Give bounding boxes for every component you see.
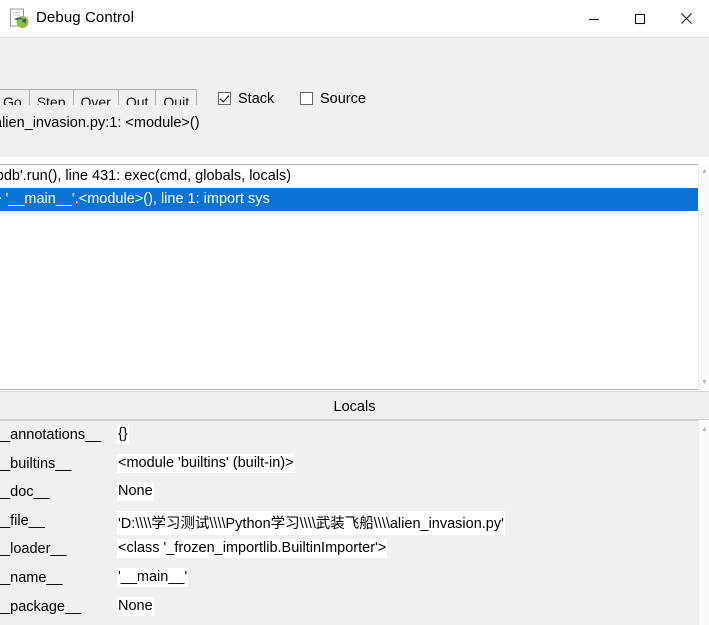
scroll-down-icon[interactable]: ▼ bbox=[701, 379, 708, 386]
local-variable-value: <class '_frozen_importlib.BuiltinImporte… bbox=[117, 539, 388, 559]
stack-item-text: > '__main__'.<module>(), line 1: import … bbox=[0, 191, 270, 207]
scroll-up-icon[interactable]: ▲ bbox=[701, 426, 708, 433]
close-icon bbox=[680, 13, 692, 24]
local-variable-value: None bbox=[117, 482, 154, 502]
debug-toolbar: Go Step Over Out Quit Stack Source L bbox=[0, 37, 709, 140]
locals-vertical-scrollbar[interactable]: ▲ bbox=[698, 420, 709, 625]
current-source-location: alien_invasion.py:1: <module>() bbox=[0, 105, 709, 157]
table-row[interactable]: __package__ None bbox=[0, 593, 698, 622]
locals-header: Locals bbox=[0, 396, 709, 420]
debug-control-window: Debug Control Go Step Over Out Quit Stac… bbox=[0, 0, 709, 625]
local-variable-name: __doc__ bbox=[0, 484, 50, 501]
maximize-button[interactable] bbox=[617, 0, 663, 37]
stack-checkbox-box[interactable] bbox=[218, 92, 231, 105]
title-bar: Debug Control bbox=[0, 0, 709, 37]
minimize-button[interactable] bbox=[571, 0, 617, 37]
local-variable-name: __loader__ bbox=[0, 541, 67, 558]
local-variable-value: '__main__' bbox=[117, 567, 189, 587]
minimize-icon bbox=[589, 18, 599, 20]
table-row[interactable]: __builtins__ <module 'builtins' (built-i… bbox=[0, 450, 698, 479]
maximize-icon bbox=[634, 13, 646, 24]
table-row[interactable]: __loader__ <class '_frozen_importlib.Bui… bbox=[0, 535, 698, 564]
local-variable-name: __builtins__ bbox=[0, 455, 72, 472]
source-location-text: alien_invasion.py:1: <module>() bbox=[0, 115, 200, 131]
local-variable-name: __annotations__ bbox=[0, 427, 102, 443]
python-idle-icon bbox=[9, 8, 30, 29]
stack-item-text: 'bdb'.run(), line 431: exec(cmd, globals… bbox=[0, 168, 292, 184]
local-variable-value: 'D:\\\\学习测试\\\\Python学习\\\\武装飞船\\\\alien… bbox=[117, 510, 505, 535]
locals-table[interactable]: __annotations__ {} __builtins__ <module … bbox=[0, 420, 699, 625]
stack-list[interactable]: 'bdb'.run(), line 431: exec(cmd, globals… bbox=[0, 164, 699, 390]
stack-vertical-scrollbar[interactable]: ▲ ▼ bbox=[698, 164, 709, 390]
local-variable-name: __package__ bbox=[0, 598, 82, 615]
table-row[interactable]: __name__ '__main__' bbox=[0, 564, 698, 593]
table-row[interactable]: __annotations__ {} bbox=[0, 421, 698, 450]
local-variable-value: {} bbox=[117, 425, 129, 444]
close-button[interactable] bbox=[663, 0, 709, 37]
local-variable-value: None bbox=[117, 596, 154, 616]
table-row[interactable]: __file__ 'D:\\\\学习测试\\\\Python学习\\\\武装飞船… bbox=[0, 507, 698, 536]
local-variable-name: __name__ bbox=[0, 569, 63, 586]
window-controls bbox=[571, 0, 709, 37]
stack-list-item-selected[interactable]: > '__main__'.<module>(), line 1: import … bbox=[0, 188, 698, 211]
scroll-up-icon[interactable]: ▲ bbox=[701, 168, 708, 175]
local-variable-value: <module 'builtins' (built-in)> bbox=[117, 453, 295, 473]
source-checkbox-box[interactable] bbox=[300, 92, 313, 105]
stack-list-item[interactable]: 'bdb'.run(), line 431: exec(cmd, globals… bbox=[0, 165, 698, 188]
table-row[interactable]: __doc__ None bbox=[0, 478, 698, 507]
local-variable-name: __file__ bbox=[0, 512, 45, 529]
window-title: Debug Control bbox=[36, 9, 135, 26]
